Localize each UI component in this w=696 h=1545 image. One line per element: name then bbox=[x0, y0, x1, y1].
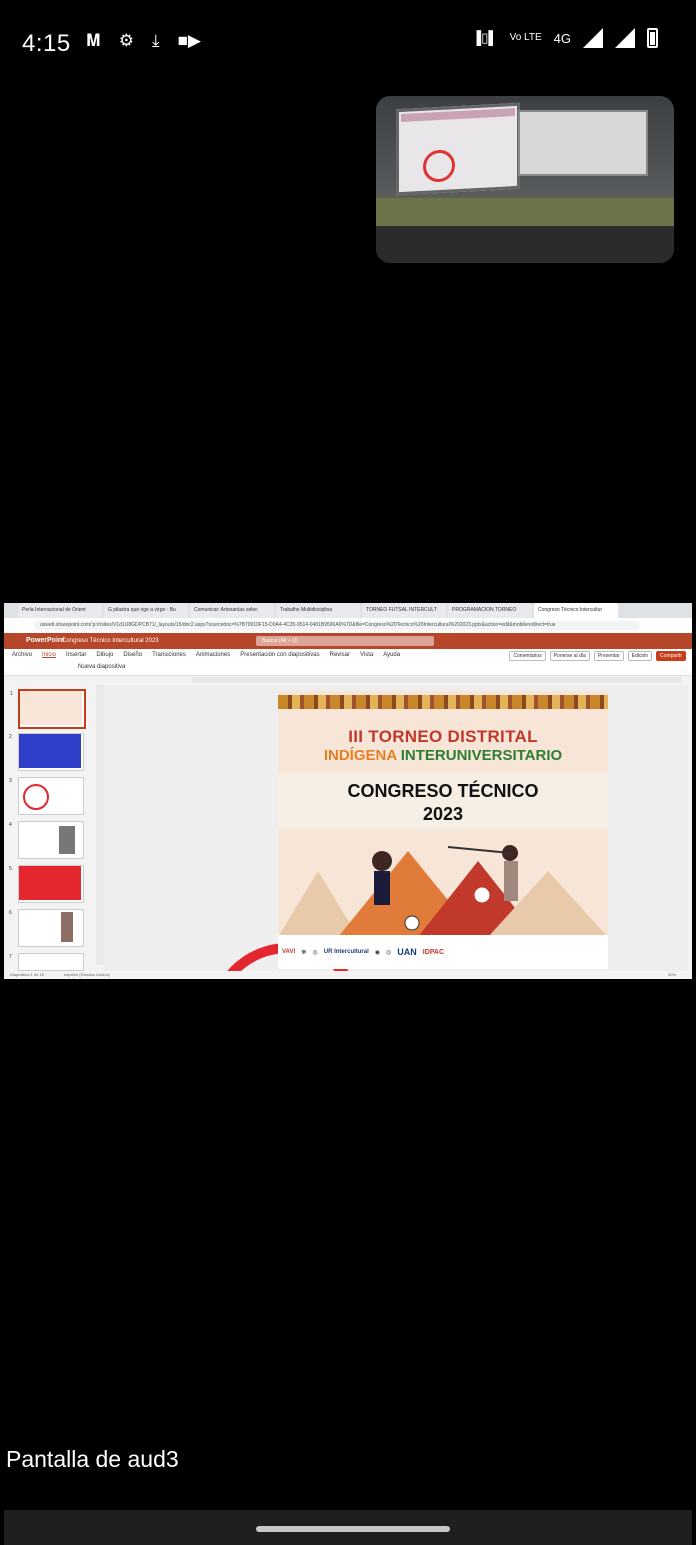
browser-tab[interactable]: Trabalho Multidisciplina bbox=[276, 603, 360, 618]
slide-thumbnail[interactable]: 6 bbox=[9, 909, 84, 947]
slide-title-line2: INDÍGENA INTERUNIVERSITARIO bbox=[323, 747, 563, 764]
browser-tab[interactable]: TORNEO FUTSAL INTERCULT bbox=[362, 603, 446, 618]
app-name: PowerPoint bbox=[26, 637, 65, 644]
floor bbox=[376, 226, 674, 263]
menu-presentacion[interactable]: Presentación con diapositivas bbox=[240, 649, 319, 661]
logo-uan: UAN bbox=[397, 947, 417, 957]
slide-canvas: III TORNEO DISTRITAL INDÍGENA INTERUNIVE… bbox=[104, 685, 688, 979]
projector-screen bbox=[396, 102, 520, 196]
battery-icon bbox=[647, 28, 658, 48]
signal-icon bbox=[583, 28, 603, 48]
powerpoint-status-bar: Diapositiva 1 de 16 español (Estados Uni… bbox=[4, 971, 692, 979]
slide-thumbnail[interactable]: 3 bbox=[9, 777, 84, 815]
address-bar-row: usweb.sharepoint.com/:p:/r/sites/V1d1U8G… bbox=[4, 618, 692, 633]
network-type-label: 4G bbox=[553, 30, 571, 46]
browser-tab[interactable]: Perla Internacional de Orient bbox=[18, 603, 102, 618]
whiteboard bbox=[518, 110, 648, 176]
indigenous-pattern-strip bbox=[278, 695, 608, 709]
illustration bbox=[278, 845, 608, 937]
seal-icon: ◎ bbox=[386, 949, 392, 956]
menu-diseno[interactable]: Diseño bbox=[123, 649, 142, 661]
slide-title-line1: III TORNEO DISTRITAL bbox=[348, 727, 538, 746]
slide-thumbnail[interactable]: 5 bbox=[9, 865, 84, 903]
thumbnail-scrollbar[interactable] bbox=[96, 685, 104, 965]
signal-2-icon bbox=[615, 28, 635, 48]
present-button[interactable]: Presentar bbox=[593, 651, 624, 661]
browser-tab[interactable]: G pilastra que rige a virgo - Bu bbox=[104, 603, 188, 618]
congreso-title: CONGRESO TÉCNICO bbox=[347, 781, 539, 801]
ribbon-actions: Comentarios Ponerse al día Presentar Edi… bbox=[509, 651, 686, 661]
home-gesture-handle[interactable] bbox=[256, 1526, 450, 1532]
system-icons: ▐▯▌ Vo LTE 4G bbox=[472, 28, 658, 48]
slide-counter: Diapositiva 1 de 16 bbox=[10, 972, 45, 977]
slide-thumbnail[interactable]: 1 bbox=[10, 689, 86, 729]
self-view-video[interactable] bbox=[376, 96, 674, 263]
ruler bbox=[192, 677, 682, 683]
slide-thumbnail[interactable]: 4 bbox=[9, 821, 84, 859]
menu-ayuda[interactable]: Ayuda bbox=[383, 649, 400, 661]
video-camera-icon: ■▶ bbox=[177, 31, 201, 50]
menu-animaciones[interactable]: Animaciones bbox=[196, 649, 230, 661]
share-button[interactable]: Compartir bbox=[656, 651, 686, 661]
seal-icon: ◎ bbox=[312, 949, 318, 956]
logo-idpac: IDPAC bbox=[422, 948, 445, 956]
download-icon: ⤓ bbox=[152, 31, 160, 50]
menu-insertar[interactable]: Insertar bbox=[66, 649, 86, 661]
settings-icon: ⚙ bbox=[118, 31, 135, 50]
slide-thumbnail[interactable]: 2 bbox=[9, 733, 84, 771]
current-slide[interactable]: III TORNEO DISTRITAL INDÍGENA INTERUNIVE… bbox=[278, 691, 608, 969]
new-slide-button[interactable]: Nueva diapositiva bbox=[78, 664, 125, 670]
notification-icons: 𝐌 ⚙ ⤓ ■▶ bbox=[86, 31, 201, 51]
seal-icon: ☸ bbox=[301, 949, 307, 956]
browser-tab[interactable]: PROGRAMACION TORNEO bbox=[448, 603, 532, 618]
slide-thumbnail[interactable]: 7 bbox=[9, 953, 84, 971]
document-title[interactable]: Congreso Técnico Intercultural 2023 bbox=[62, 638, 159, 644]
congreso-box: CONGRESO TÉCNICO 2023 bbox=[278, 773, 608, 829]
menu-vista[interactable]: Vista bbox=[360, 649, 373, 661]
search-box[interactable]: Buscar (Alt + Q) bbox=[256, 636, 434, 646]
browser-tab-active[interactable]: Congreso Técnico Intercultur bbox=[534, 603, 618, 618]
address-bar[interactable]: usweb.sharepoint.com/:p:/r/sites/V1d1U8G… bbox=[34, 621, 640, 630]
shared-screen: Perla Internacional de Orient G pilastra… bbox=[4, 603, 692, 979]
browser-tabs: Perla Internacional de Orient G pilastra… bbox=[4, 603, 692, 618]
gmail-icon: 𝐌 bbox=[86, 31, 101, 50]
sponsor-logos: VAVI ☸ ◎ UR Intercultural ◉ ◎ UAN IDPAC bbox=[278, 935, 608, 969]
zoom-level[interactable]: 50% bbox=[668, 972, 676, 977]
logo-ur: UR Intercultural bbox=[323, 949, 369, 955]
volte-icon: Vo LTE bbox=[509, 32, 542, 43]
menu-archivo[interactable]: Archivo bbox=[12, 649, 32, 661]
powerpoint-title-bar: PowerPoint Congreso Técnico Intercultura… bbox=[4, 633, 692, 649]
menu-dibujo[interactable]: Dibujo bbox=[96, 649, 113, 661]
logo-icon: VAVI bbox=[282, 949, 296, 955]
slide-thumbnails: 1 2 3 4 5 6 7 bbox=[4, 685, 96, 971]
status-bar: 4:15 𝐌 ⚙ ⤓ ■▶ ▐▯▌ Vo LTE 4G bbox=[0, 0, 696, 86]
congreso-year: 2023 bbox=[422, 804, 464, 824]
menu-revisar[interactable]: Revisar bbox=[330, 649, 350, 661]
menu-inicio[interactable]: Inicio bbox=[42, 649, 56, 661]
editing-button[interactable]: Edición bbox=[627, 651, 653, 661]
browser-tab[interactable]: Comunicar: Artesanías selec bbox=[190, 603, 274, 618]
screen-share-caption: Pantalla de aud3 bbox=[6, 1446, 179, 1472]
ribbon-toolbar: Nueva diapositiva bbox=[4, 661, 692, 676]
wall bbox=[376, 198, 674, 228]
seal-icon: ◉ bbox=[374, 949, 381, 956]
clock: 4:15 bbox=[22, 30, 71, 57]
vibrate-icon: ▐▯▌ bbox=[472, 30, 498, 45]
language: español (Estados Unidos) bbox=[64, 972, 110, 977]
menu-transiciones[interactable]: Transiciones bbox=[152, 649, 186, 661]
comments-button[interactable]: Comentarios bbox=[509, 651, 546, 661]
navigation-bar bbox=[4, 1510, 692, 1545]
catch-up-button[interactable]: Ponerse al día bbox=[549, 651, 590, 661]
